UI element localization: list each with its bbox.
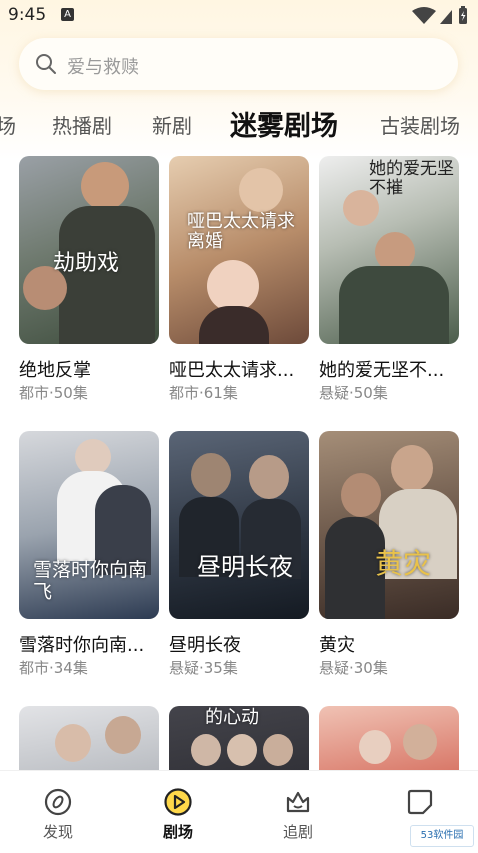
drama-title: 黄灾 <box>319 635 355 656</box>
tab-new[interactable]: 新剧 <box>152 110 192 139</box>
nav-follow[interactable]: 追剧 <box>268 785 328 845</box>
bottom-nav: 发现 剧场 追剧 53软件园 <box>0 770 478 853</box>
play-icon <box>164 788 192 816</box>
category-tabs: 场 热播剧 新剧 迷雾剧场 古装剧场 <box>0 100 478 146</box>
drama-meta: 都市·61集 <box>169 384 238 402</box>
poster-title-text: 昼明长夜 <box>197 553 293 581</box>
nav-discover[interactable]: 发现 <box>28 785 88 845</box>
drama-poster[interactable] <box>19 706 159 770</box>
tab-mystery-label: 迷雾剧场 <box>230 111 338 142</box>
nav-theater-label: 剧场 <box>162 823 193 841</box>
drama-title: 雪落时你向南... <box>19 635 145 656</box>
drama-poster[interactable] <box>319 706 459 770</box>
drama-grid: 劫助戏 绝地反掌 都市·50集 哑巴太太请求离婚 哑巴太太请求... 都市·61… <box>0 156 478 770</box>
nav-discover-label: 发现 <box>42 823 73 841</box>
search-placeholder: 爱与救赎 <box>67 57 139 78</box>
compass-icon <box>44 788 72 816</box>
poster-title-text: 的心动 <box>205 707 259 728</box>
drama-title: 哑巴太太请求... <box>169 360 295 381</box>
drama-poster[interactable]: 的心动 <box>169 706 309 770</box>
drama-title: 她的爱无坚不... <box>319 360 445 381</box>
search-icon <box>36 54 56 74</box>
square-icon <box>407 789 433 815</box>
drama-meta: 都市·34集 <box>19 659 88 677</box>
drama-poster[interactable]: 昼明长夜 <box>169 431 309 619</box>
search-bar[interactable]: 爱与救赎 <box>19 38 458 90</box>
poster-title-text: 她的爱无坚不摧 <box>369 159 454 198</box>
drama-poster[interactable]: 黄灾 <box>319 431 459 619</box>
drama-meta: 悬疑·30集 <box>319 659 388 677</box>
drama-title: 昼明长夜 <box>169 635 241 656</box>
nav-theater[interactable]: 剧场 <box>148 785 208 845</box>
drama-meta: 悬疑·35集 <box>169 659 238 677</box>
wifi-battery-icon <box>412 6 467 24</box>
drama-meta: 都市·50集 <box>19 384 88 402</box>
drama-poster[interactable]: 哑巴太太请求离婚 <box>169 156 309 344</box>
drama-poster[interactable]: 她的爱无坚不摧 <box>319 156 459 344</box>
poster-title-text: 黄灾 <box>375 547 432 580</box>
status-time: 9:45 <box>8 5 47 25</box>
notification-a-icon: A <box>61 8 74 21</box>
status-bar: 9:45 A <box>0 0 478 32</box>
drama-title: 绝地反掌 <box>19 360 91 381</box>
poster-title-text: 劫助戏 <box>53 251 120 276</box>
tab-partial[interactable]: 场 <box>0 110 16 139</box>
poster-title-text: 雪落时你向南飞 <box>33 559 148 603</box>
drama-poster[interactable]: 雪落时你向南飞 <box>19 431 159 619</box>
nav-follow-label: 追剧 <box>282 823 313 841</box>
watermark-badge: 53软件园 <box>410 825 474 847</box>
tab-hot[interactable]: 热播剧 <box>52 110 112 139</box>
tab-costume-theater[interactable]: 古装剧场 <box>380 110 460 139</box>
tab-mystery-theater[interactable]: 迷雾剧场 <box>228 104 338 143</box>
drama-poster[interactable]: 劫助戏 <box>19 156 159 344</box>
crown-icon <box>286 791 310 813</box>
poster-title-text: 哑巴太太请求离婚 <box>187 211 295 252</box>
drama-meta: 悬疑·50集 <box>319 384 388 402</box>
